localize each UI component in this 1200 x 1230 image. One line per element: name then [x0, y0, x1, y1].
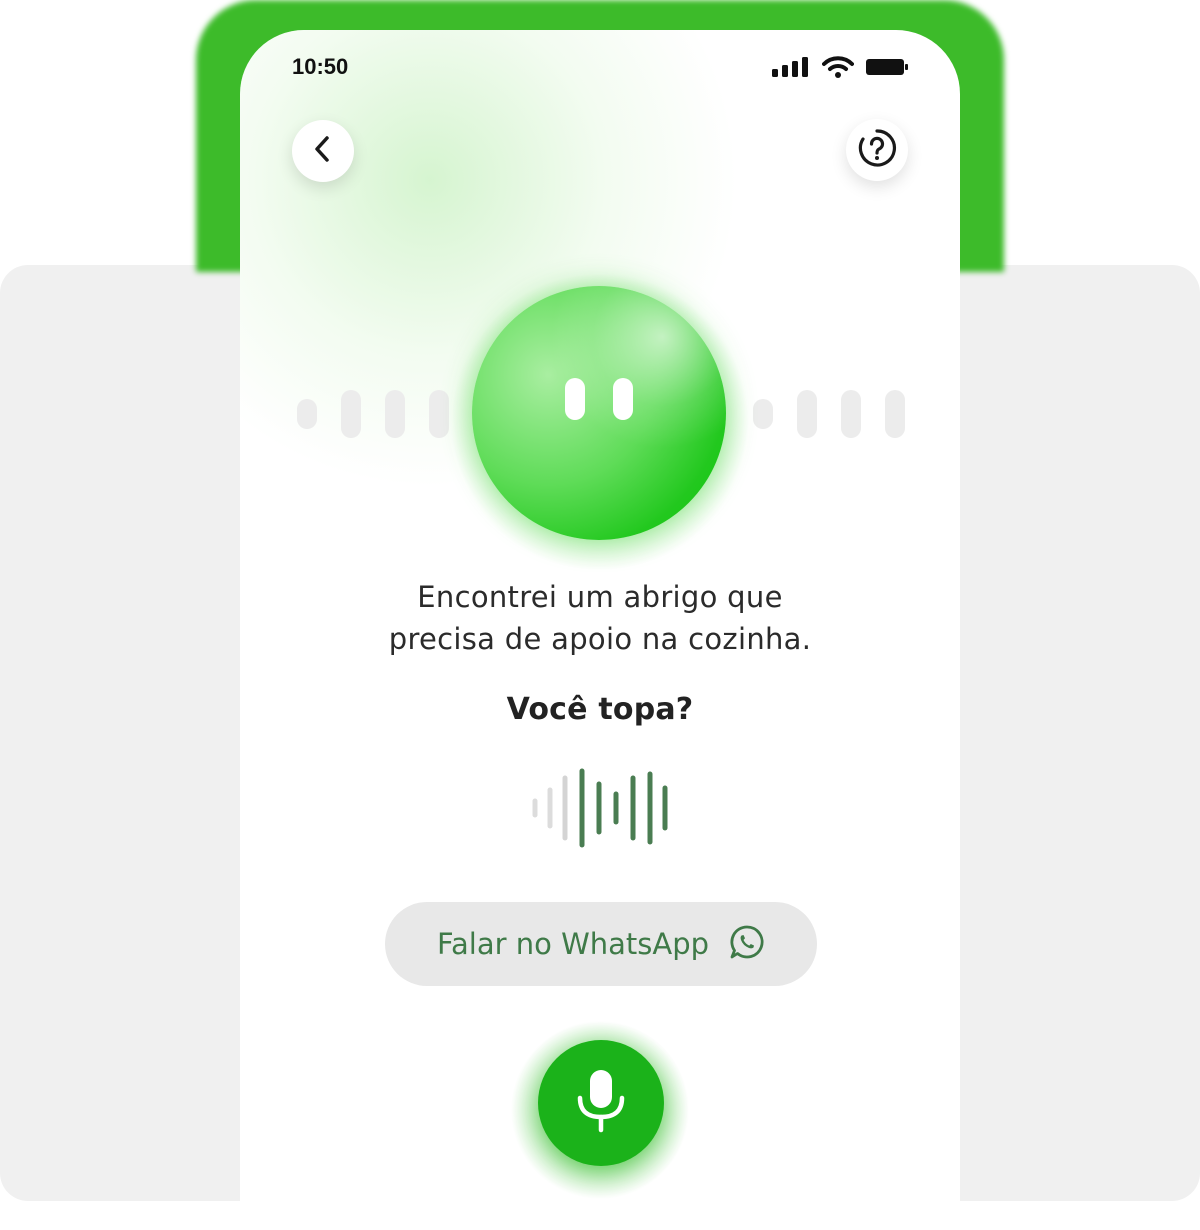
battery-icon [866, 57, 908, 81]
avatar-eye-left [565, 378, 585, 420]
voice-level-bar [297, 399, 317, 429]
voice-level-bar [885, 390, 905, 438]
message-line: precisa de apoio na cozinha. [388, 622, 812, 656]
voice-level-bar [753, 399, 773, 429]
voice-level-bar [385, 390, 405, 438]
voice-level-right [753, 390, 905, 438]
status-bar: 10:50 [240, 30, 960, 110]
back-button[interactable] [292, 120, 354, 182]
cellular-signal-icon [772, 57, 810, 81]
whatsapp-button[interactable]: Falar no WhatsApp [385, 902, 817, 986]
voice-level-left [297, 390, 449, 438]
help-button[interactable] [846, 119, 908, 181]
assistant-message: Encontrei um abrigo que precisa de apoio… [300, 576, 900, 660]
chevron-left-icon [311, 134, 335, 168]
wifi-icon [822, 56, 854, 82]
status-icons [772, 56, 908, 82]
status-time: 10:50 [292, 54, 349, 79]
avatar-eye-right [613, 378, 633, 420]
whatsapp-icon [729, 924, 765, 964]
voice-level-bar [841, 390, 861, 438]
assistant-question: Você topa? [506, 692, 694, 727]
audio-waveform [530, 768, 670, 848]
microphone-icon [575, 1068, 627, 1138]
microphone-button[interactable] [538, 1040, 664, 1166]
message-line: Encontrei um abrigo que [417, 580, 783, 614]
assistant-avatar [472, 286, 726, 540]
question-circle-icon [857, 128, 897, 172]
voice-level-bar [797, 390, 817, 438]
whatsapp-button-label: Falar no WhatsApp [436, 927, 710, 961]
voice-level-bar [429, 390, 449, 438]
phone-screen: 10:50 Encontrei um abrigo que precisa de… [240, 30, 960, 1230]
voice-level-bar [341, 390, 361, 438]
